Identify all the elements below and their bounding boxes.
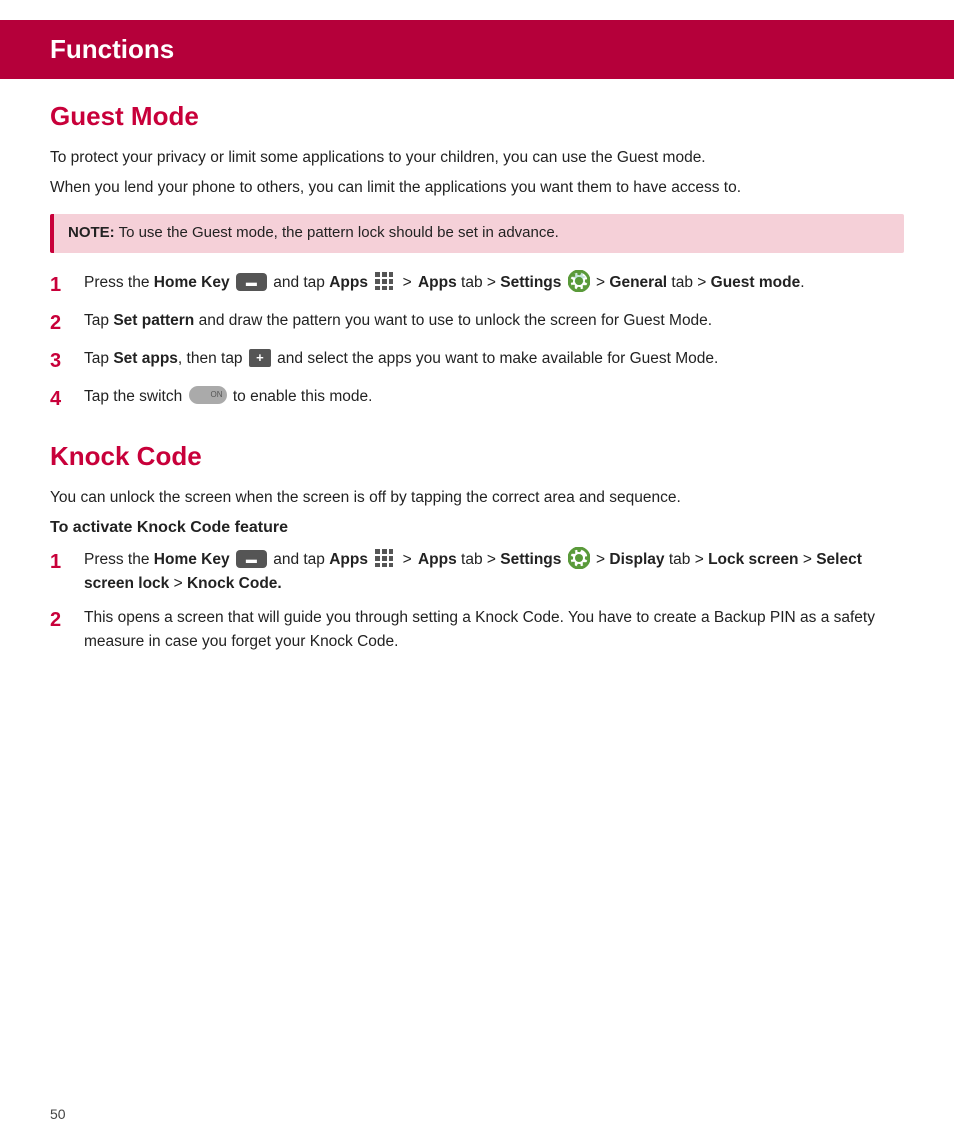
apps-tab-label: Apps xyxy=(418,551,457,568)
step-content: Tap Set pattern and draw the pattern you… xyxy=(84,309,904,333)
set-apps-label: Set apps xyxy=(113,350,178,367)
settings-icon-2 xyxy=(568,547,590,569)
apps-tab-label: Apps xyxy=(418,274,457,291)
settings-label: Settings xyxy=(500,274,561,291)
list-item: 2 Tap Set pattern and draw the pattern y… xyxy=(50,309,904,337)
apps-label: Apps xyxy=(329,551,368,568)
page-number: 50 xyxy=(50,1104,66,1125)
home-key-icon: ▬ xyxy=(236,273,267,291)
step-number: 4 xyxy=(50,385,78,413)
apps-grid-icon xyxy=(374,548,394,568)
note-text: To use the Guest mode, the pattern lock … xyxy=(119,224,559,241)
step-content: Tap Set apps, then tap + and select the … xyxy=(84,347,904,371)
list-item: 1 Press the Home Key ▬ and tap Apps xyxy=(50,271,904,299)
arrow: > xyxy=(403,551,416,568)
list-item: 2 This opens a screen that will guide yo… xyxy=(50,606,904,654)
knock-code-label: Knock Code. xyxy=(187,575,282,592)
note-box: NOTE: To use the Guest mode, the pattern… xyxy=(50,214,904,253)
step-content: Tap the switch to enable this mode. xyxy=(84,385,904,409)
display-label: Display xyxy=(609,551,664,568)
guest-mode-intro2: When you lend your phone to others, you … xyxy=(50,176,904,200)
step-content: This opens a screen that will guide you … xyxy=(84,606,904,654)
note-label: NOTE: xyxy=(68,224,115,241)
knock-code-steps: 1 Press the Home Key ▬ and tap Apps xyxy=(50,548,904,654)
step-number: 3 xyxy=(50,347,78,375)
step-number: 2 xyxy=(50,309,78,337)
list-item: 3 Tap Set apps, then tap + and select th… xyxy=(50,347,904,375)
knock-code-intro: You can unlock the screen when the scree… xyxy=(50,486,904,510)
home-key-label: Home Key xyxy=(154,551,230,568)
knock-code-subheading: To activate Knock Code feature xyxy=(50,516,904,540)
guest-mode-title: Guest Mode xyxy=(50,97,904,136)
settings-icon xyxy=(568,270,590,292)
step-number: 1 xyxy=(50,548,78,576)
settings-label: Settings xyxy=(500,551,561,568)
apps-grid-icon xyxy=(374,271,394,291)
step-content: Press the Home Key ▬ and tap Apps xyxy=(84,271,904,295)
home-key-label: Home Key xyxy=(154,274,230,291)
arrow: > xyxy=(403,274,416,291)
add-icon: + xyxy=(249,349,271,367)
guest-mode-intro1: To protect your privacy or limit some ap… xyxy=(50,146,904,170)
guest-mode-steps: 1 Press the Home Key ▬ and tap Apps xyxy=(50,271,904,413)
list-item: 1 Press the Home Key ▬ and tap Apps xyxy=(50,548,904,596)
step-number: 1 xyxy=(50,271,78,299)
general-label: General xyxy=(609,274,667,291)
step-content: Press the Home Key ▬ and tap Apps xyxy=(84,548,904,596)
set-pattern-label: Set pattern xyxy=(113,312,194,329)
home-key-icon: ▬ xyxy=(236,550,267,568)
step-number: 2 xyxy=(50,606,78,634)
lock-screen-label: Lock screen xyxy=(708,551,798,568)
toggle-icon xyxy=(189,386,227,404)
knock-code-title: Knock Code xyxy=(50,437,904,476)
list-item: 4 Tap the switch to enable this mode. xyxy=(50,385,904,413)
page-header: Functions xyxy=(0,20,954,79)
apps-label: Apps xyxy=(329,274,368,291)
knock-code-section: Knock Code You can unlock the screen whe… xyxy=(50,437,904,654)
guest-mode-section: Guest Mode To protect your privacy or li… xyxy=(50,97,904,413)
guest-mode-label: Guest mode xyxy=(711,274,801,291)
